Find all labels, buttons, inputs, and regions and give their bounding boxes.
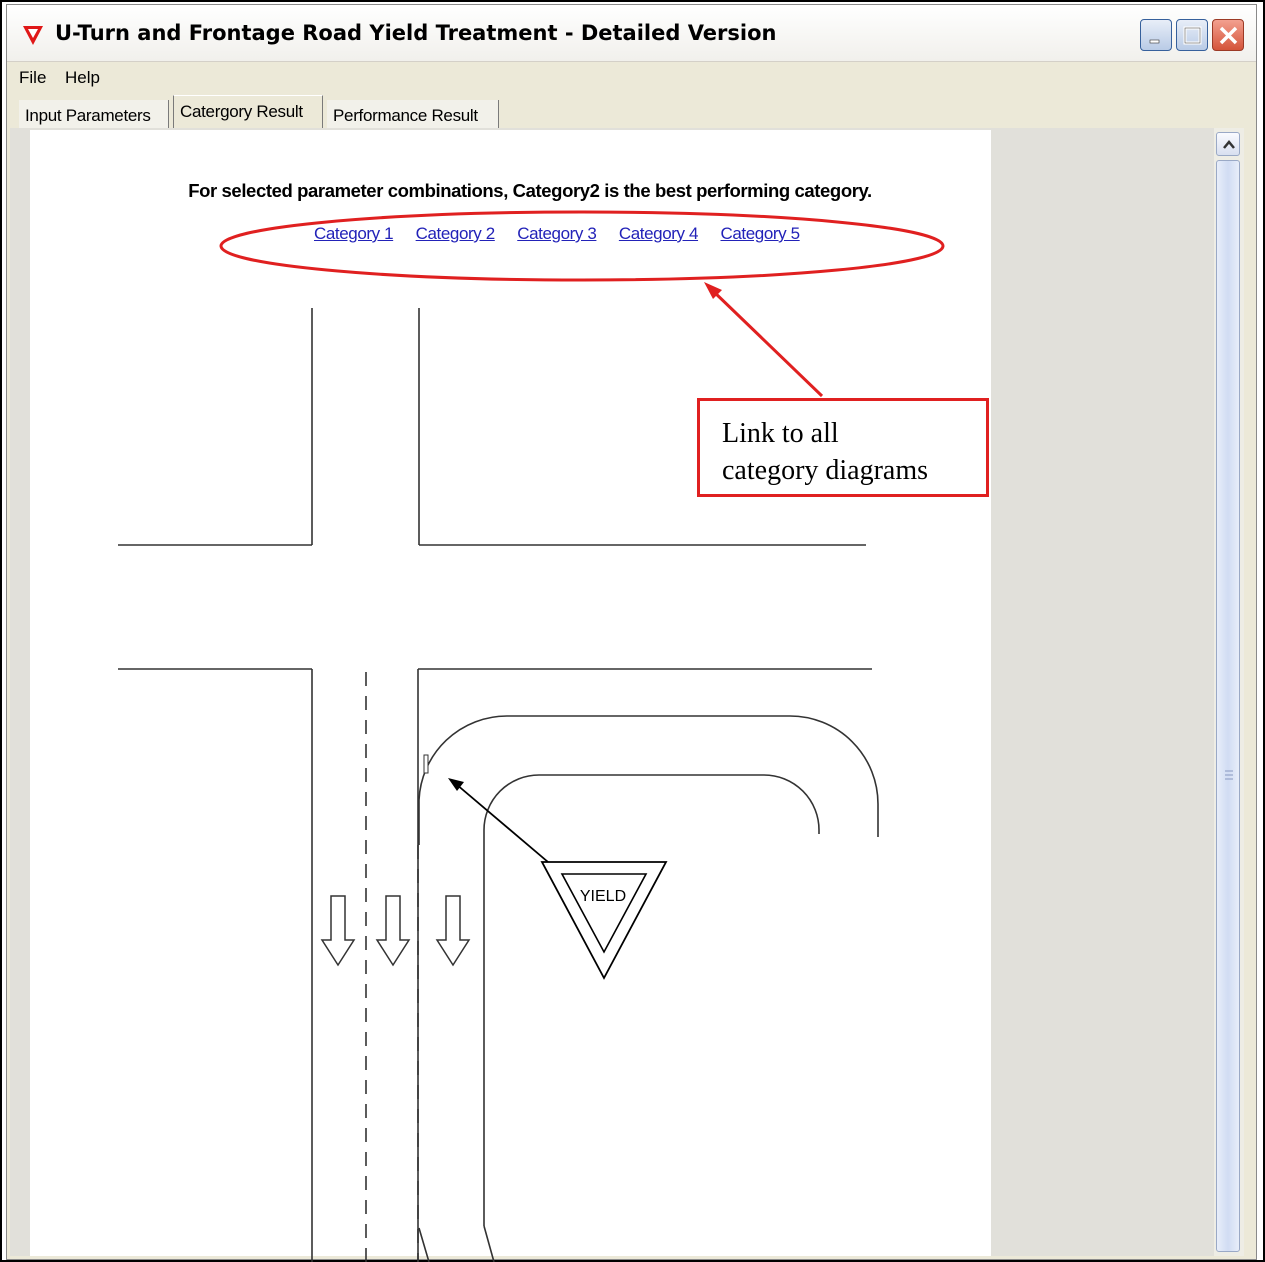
callout-line-1: Link to all <box>722 418 839 449</box>
uturn-lane <box>418 715 879 1262</box>
intersection-diagram: YIELD <box>118 210 945 1262</box>
yield-sign: YIELD <box>540 861 668 980</box>
callout-arrow <box>704 282 824 398</box>
highlight-ellipse <box>219 210 945 282</box>
annotation-callout: Link to all category diagrams <box>697 398 989 497</box>
down-arrow-icon <box>435 895 471 967</box>
callout-line-2: category diagrams <box>722 455 929 486</box>
lane-arrows <box>320 895 471 967</box>
down-arrow-icon <box>375 895 411 967</box>
down-arrow-icon <box>320 895 356 967</box>
stop-marker <box>423 754 429 774</box>
lane-dashes <box>365 672 419 1262</box>
yield-pointer-arrow <box>448 778 549 863</box>
yield-sign-text: YIELD <box>580 888 626 905</box>
